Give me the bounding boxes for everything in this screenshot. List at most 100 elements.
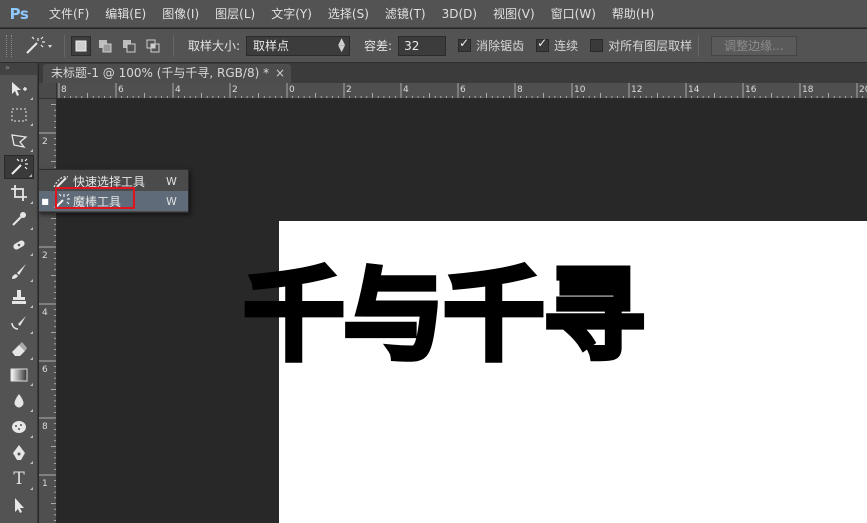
tool-group-indicator (30, 383, 33, 386)
subtract-from-selection-button[interactable] (119, 36, 139, 56)
menu-window[interactable]: 窗口(W) (543, 0, 604, 28)
lasso-tool[interactable] (4, 129, 34, 153)
close-icon[interactable]: × (275, 64, 285, 82)
contiguous-label: 连续 (554, 39, 579, 53)
separator (64, 34, 65, 57)
menu-help[interactable]: 帮助(H) (604, 0, 662, 28)
photoshop-logo-icon: Ps (9, 4, 29, 23)
sample-all-layers-checkbox-box[interactable] (590, 39, 604, 52)
tool-group-indicator (30, 331, 33, 334)
contiguous-checkbox[interactable]: 连续 (536, 36, 579, 54)
ruler-label: 4 (42, 308, 48, 318)
sample-all-layers-checkbox[interactable]: 对所有图层取样 (590, 37, 692, 54)
horizontal-ruler[interactable]: 864202468101214161820 (57, 83, 867, 99)
clone-stamp-tool[interactable] (4, 285, 34, 309)
select-arrows-icon: ▲ ▼ (338, 36, 346, 54)
path-selection-tool[interactable] (4, 493, 34, 517)
tool-preset-picker[interactable] (18, 33, 58, 59)
tool-group-indicator (30, 461, 33, 464)
menu-image[interactable]: 图像(I) (154, 0, 207, 28)
eraser-icon (12, 342, 27, 356)
type-tool[interactable]: T (4, 467, 34, 491)
menu-file[interactable]: 文件(F) (41, 0, 97, 28)
pen-tool[interactable] (4, 441, 34, 465)
vertical-ruler[interactable]: 42024681 (39, 99, 57, 523)
eyedropper-tool[interactable] (4, 207, 34, 231)
ruler-label: 0 (289, 85, 295, 95)
selected-bullet-icon: ■ (41, 196, 49, 206)
intersect-selection-icon (146, 39, 160, 52)
ruler-label: 14 (688, 85, 700, 95)
tool-group-indicator (30, 227, 33, 230)
menu-layer[interactable]: 图层(L) (207, 0, 263, 28)
document-tab-title: 未标题-1 @ 100% (千与千寻, RGB/8) * (51, 66, 270, 80)
pen-icon (13, 445, 25, 460)
selection-tool-flyout: 快速选择工具 W ■ 魔棒工具 W (38, 169, 189, 213)
menu-filter[interactable]: 滤镜(T) (377, 0, 434, 28)
ruler-label: 12 (631, 85, 642, 95)
magic-wand-icon (11, 158, 28, 175)
menu-3d[interactable]: 3D(D) (434, 0, 485, 28)
sample-size-value: 取样点 (253, 38, 290, 53)
ruler-label: 16 (745, 85, 757, 95)
blur-tool[interactable] (4, 389, 34, 413)
tool-group-indicator (30, 305, 33, 308)
menu-type[interactable]: 文字(Y) (263, 0, 320, 28)
magic-wand-icon (51, 193, 71, 209)
clone-stamp-icon (12, 290, 26, 304)
menu-view[interactable]: 视图(V) (485, 0, 543, 28)
options-bar: 取样大小: 取样点 ▲▼ 容差: 32 消除锯齿 连续 对所有图层取样 调整边缘… (0, 29, 867, 63)
marquee-tool[interactable] (4, 103, 34, 127)
gradient-icon (10, 368, 28, 382)
spot-healing-tool[interactable] (4, 233, 34, 257)
tools-panel-collapse-icon[interactable]: » (0, 63, 37, 75)
crop-tool[interactable] (4, 181, 34, 205)
flyout-item-magic-wand[interactable]: ■ 魔棒工具 W (39, 191, 188, 211)
sample-size-select[interactable]: 取样点 ▲ ▼ (246, 35, 351, 56)
options-bar-grip[interactable] (6, 34, 12, 57)
ruler-label: 10 (574, 85, 586, 95)
move-tool-icon (12, 82, 27, 96)
dodge-tool[interactable] (4, 415, 34, 439)
ruler-label: 6 (460, 85, 466, 95)
gradient-tool[interactable] (4, 363, 34, 387)
flyout-item-shortcut: W (166, 174, 177, 188)
eraser-tool[interactable] (4, 337, 34, 361)
tools-panel: » T (0, 63, 38, 523)
contiguous-checkbox-box[interactable] (536, 36, 550, 52)
antialias-checkbox[interactable]: 消除锯齿 (458, 36, 525, 54)
tool-group-indicator (30, 201, 33, 204)
canvas-text-layer[interactable]: 千与千寻 (241, 263, 647, 369)
menu-select[interactable]: 选择(S) (320, 0, 377, 28)
document-tab[interactable]: 未标题-1 @ 100% (千与千寻, RGB/8) * × (43, 64, 292, 83)
new-selection-button[interactable] (71, 35, 91, 56)
tool-group-indicator (30, 409, 33, 412)
brush-tool[interactable] (4, 259, 34, 283)
magic-wand-tool[interactable] (4, 155, 34, 179)
ruler-origin[interactable] (39, 83, 57, 99)
sample-size-label: 取样大小: (188, 39, 241, 53)
antialias-label: 消除锯齿 (476, 39, 525, 53)
tool-group-indicator (30, 279, 33, 282)
ruler-label: 1 (42, 479, 48, 489)
add-to-selection-button[interactable] (95, 36, 115, 56)
antialias-checkbox-box[interactable] (458, 36, 472, 52)
intersect-selection-button[interactable] (143, 36, 163, 56)
menu-edit[interactable]: 编辑(E) (97, 0, 154, 28)
flyout-item-quick-selection[interactable]: 快速选择工具 W (39, 171, 188, 191)
eyedropper-icon (12, 212, 26, 226)
vertical-ruler-ticks: 42024681 (39, 104, 56, 521)
blur-drop-icon (14, 394, 24, 408)
magic-wand-icon (26, 36, 52, 54)
refine-edge-button[interactable]: 调整边缘... (711, 35, 797, 56)
new-selection-icon (75, 40, 87, 51)
ruler-label: 8 (517, 85, 523, 95)
ruler-label: 6 (118, 85, 124, 95)
history-brush-tool[interactable] (4, 311, 34, 335)
path-selection-icon (15, 498, 24, 513)
move-tool[interactable] (4, 77, 34, 101)
subtract-selection-icon (123, 39, 136, 52)
tolerance-input[interactable]: 32 (398, 35, 447, 56)
ruler-label: 8 (42, 422, 48, 432)
ruler-label: 2 (42, 137, 48, 147)
